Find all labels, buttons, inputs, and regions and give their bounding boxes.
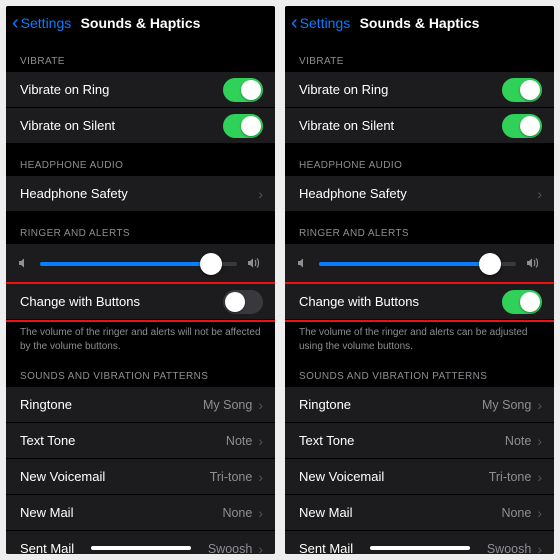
volume-slider[interactable] xyxy=(40,262,237,266)
toggle-change-with-buttons[interactable] xyxy=(223,290,263,314)
phone-left: ‹ Settings Sounds & Haptics VIBRATE Vibr… xyxy=(6,6,275,554)
volume-slider[interactable] xyxy=(319,262,516,266)
label: Change with Buttons xyxy=(299,294,419,309)
chevron-right-icon: › xyxy=(258,469,263,485)
label: Ringtone xyxy=(299,397,351,412)
speaker-low-icon xyxy=(297,257,309,272)
row-volume-slider xyxy=(285,244,554,284)
row-ringtone[interactable]: Ringtone My Song › xyxy=(6,387,275,423)
row-new-mail[interactable]: New Mail None › xyxy=(285,495,554,531)
back-button[interactable]: ‹ Settings xyxy=(291,13,350,33)
label: New Mail xyxy=(299,505,352,520)
toggle-vibrate-ring[interactable] xyxy=(502,78,542,102)
value: My Song xyxy=(482,398,531,412)
row-new-voicemail[interactable]: New Voicemail Tri-tone › xyxy=(285,459,554,495)
row-vibrate-ring[interactable]: Vibrate on Ring xyxy=(285,72,554,108)
value: Note xyxy=(505,434,531,448)
value: Tri-tone xyxy=(489,470,532,484)
home-indicator[interactable] xyxy=(91,546,191,550)
value: Swoosh xyxy=(487,542,531,555)
label: Text Tone xyxy=(299,433,354,448)
back-label: Settings xyxy=(300,15,351,31)
value: My Song xyxy=(203,398,252,412)
section-ringer: RINGER AND ALERTS xyxy=(285,212,554,244)
chevron-right-icon: › xyxy=(258,186,263,202)
slider-thumb[interactable] xyxy=(200,253,222,275)
chevron-right-icon: › xyxy=(258,433,263,449)
footer-text: The volume of the ringer and alerts can … xyxy=(285,320,554,355)
label: Vibrate on Ring xyxy=(20,82,109,97)
section-vibrate: VIBRATE xyxy=(6,40,275,72)
label: New Voicemail xyxy=(299,469,384,484)
chevron-right-icon: › xyxy=(258,541,263,555)
chevron-right-icon: › xyxy=(537,541,542,555)
row-new-voicemail[interactable]: New Voicemail Tri-tone › xyxy=(6,459,275,495)
row-text-tone[interactable]: Text Tone Note › xyxy=(6,423,275,459)
row-headphone-safety[interactable]: Headphone Safety › xyxy=(285,176,554,212)
speaker-high-icon xyxy=(247,257,263,272)
nav-bar: ‹ Settings Sounds & Haptics xyxy=(285,6,554,40)
label: New Voicemail xyxy=(20,469,105,484)
footer-text: The volume of the ringer and alerts will… xyxy=(6,320,275,355)
row-volume-slider xyxy=(6,244,275,284)
value: Swoosh xyxy=(208,542,252,555)
row-vibrate-silent[interactable]: Vibrate on Silent xyxy=(285,108,554,144)
section-patterns: SOUNDS AND VIBRATION PATTERNS xyxy=(285,355,554,387)
speaker-high-icon xyxy=(526,257,542,272)
section-headphone: HEADPHONE AUDIO xyxy=(6,144,275,176)
row-vibrate-silent[interactable]: Vibrate on Silent xyxy=(6,108,275,144)
section-patterns: SOUNDS AND VIBRATION PATTERNS xyxy=(6,355,275,387)
phone-right: ‹ Settings Sounds & Haptics VIBRATE Vibr… xyxy=(285,6,554,554)
label: Ringtone xyxy=(20,397,72,412)
value: Note xyxy=(226,434,252,448)
scroll-area[interactable]: VIBRATE Vibrate on Ring Vibrate on Silen… xyxy=(6,40,275,554)
chevron-right-icon: › xyxy=(258,505,263,521)
row-change-with-buttons[interactable]: Change with Buttons xyxy=(285,284,554,320)
label: Sent Mail xyxy=(299,541,353,554)
label: Vibrate on Silent xyxy=(299,118,394,133)
row-sent-mail[interactable]: Sent Mail Swoosh › xyxy=(6,531,275,554)
label: Text Tone xyxy=(20,433,75,448)
back-label: Settings xyxy=(21,15,72,31)
chevron-right-icon: › xyxy=(258,397,263,413)
chevron-right-icon: › xyxy=(537,469,542,485)
scroll-area[interactable]: VIBRATE Vibrate on Ring Vibrate on Silen… xyxy=(285,40,554,554)
label: Change with Buttons xyxy=(20,294,140,309)
value: None xyxy=(501,506,531,520)
chevron-left-icon: ‹ xyxy=(291,13,298,33)
chevron-right-icon: › xyxy=(537,186,542,202)
toggle-vibrate-silent[interactable] xyxy=(502,114,542,138)
slider-thumb[interactable] xyxy=(479,253,501,275)
row-headphone-safety[interactable]: Headphone Safety › xyxy=(6,176,275,212)
label: Vibrate on Ring xyxy=(299,82,388,97)
section-vibrate: VIBRATE xyxy=(285,40,554,72)
chevron-right-icon: › xyxy=(537,505,542,521)
home-indicator[interactable] xyxy=(370,546,470,550)
section-ringer: RINGER AND ALERTS xyxy=(6,212,275,244)
nav-bar: ‹ Settings Sounds & Haptics xyxy=(6,6,275,40)
label: Headphone Safety xyxy=(20,186,128,201)
label: Headphone Safety xyxy=(299,186,407,201)
chevron-left-icon: ‹ xyxy=(12,13,19,33)
toggle-change-with-buttons[interactable] xyxy=(502,290,542,314)
row-sent-mail[interactable]: Sent Mail Swoosh › xyxy=(285,531,554,554)
label: New Mail xyxy=(20,505,73,520)
row-vibrate-ring[interactable]: Vibrate on Ring xyxy=(6,72,275,108)
row-text-tone[interactable]: Text Tone Note › xyxy=(285,423,554,459)
value: Tri-tone xyxy=(210,470,253,484)
toggle-vibrate-ring[interactable] xyxy=(223,78,263,102)
section-headphone: HEADPHONE AUDIO xyxy=(285,144,554,176)
toggle-vibrate-silent[interactable] xyxy=(223,114,263,138)
row-new-mail[interactable]: New Mail None › xyxy=(6,495,275,531)
chevron-right-icon: › xyxy=(537,433,542,449)
speaker-low-icon xyxy=(18,257,30,272)
row-ringtone[interactable]: Ringtone My Song › xyxy=(285,387,554,423)
value: None xyxy=(222,506,252,520)
label: Sent Mail xyxy=(20,541,74,554)
row-change-with-buttons[interactable]: Change with Buttons xyxy=(6,284,275,320)
label: Vibrate on Silent xyxy=(20,118,115,133)
back-button[interactable]: ‹ Settings xyxy=(12,13,71,33)
chevron-right-icon: › xyxy=(537,397,542,413)
